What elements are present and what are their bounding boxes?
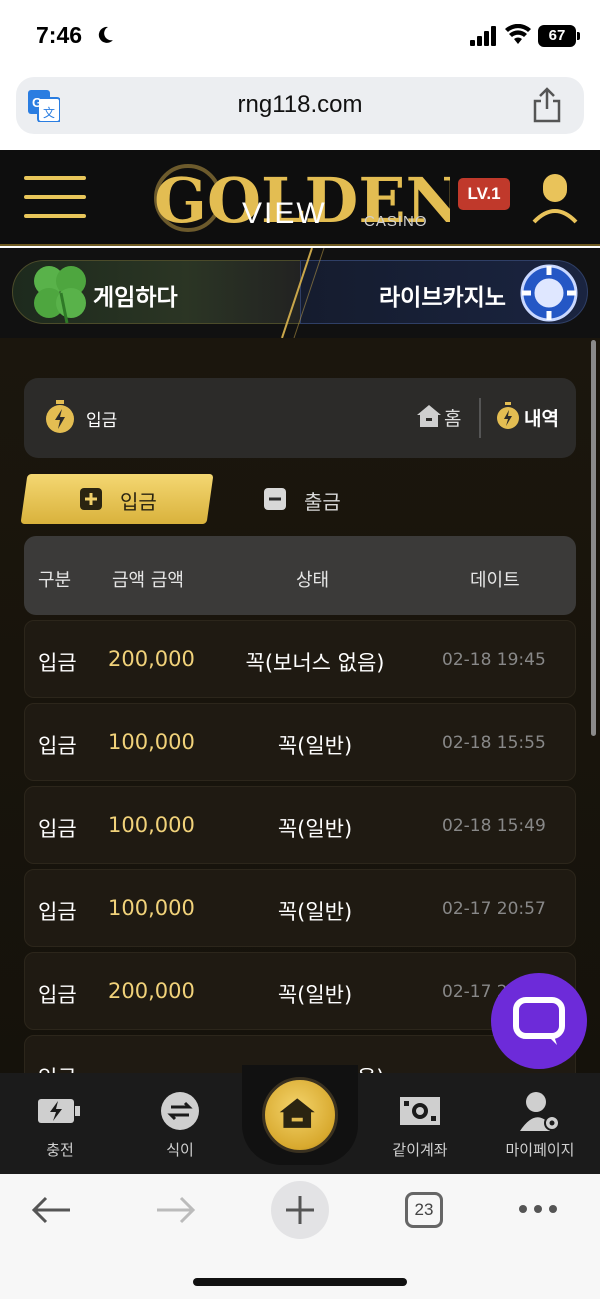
nav-exchange-label: 식이: [166, 1141, 194, 1159]
row-date: 02-18 19:45: [442, 650, 546, 670]
clover-icon: [34, 266, 86, 324]
home-button[interactable]: [262, 1077, 338, 1153]
address-bar[interactable]: G 文 rng118.com: [16, 77, 584, 134]
row-type: 입금: [38, 983, 77, 1007]
nav-account[interactable]: 같이계좌: [360, 1073, 480, 1174]
table-header: 구분 금액 금액 상태 데이트: [24, 536, 576, 615]
breadcrumb-divider: [479, 398, 481, 438]
row-status: 꼭(일반): [277, 817, 353, 841]
nav-home[interactable]: [242, 1065, 358, 1165]
row-type: 입금: [38, 651, 77, 675]
live-chat-button[interactable]: [491, 973, 587, 1069]
home-icon[interactable]: [416, 403, 442, 429]
column-header-date: 데이트: [470, 570, 520, 591]
banner-divider: [281, 248, 325, 338]
more-icon[interactable]: [518, 1204, 558, 1214]
row-date: 02-18 15:49: [442, 816, 546, 836]
url-text[interactable]: rng118.com: [16, 91, 584, 119]
forward-arrow-icon[interactable]: [155, 1194, 197, 1226]
signal-icon: [470, 26, 496, 46]
stopwatch-icon[interactable]: [496, 402, 520, 430]
column-header-type: 구분: [38, 570, 72, 591]
table-row: 입금 100,000 꼭(일반) 02-18 15:49: [24, 786, 576, 864]
status-time: 7:46: [36, 22, 83, 48]
scrollbar[interactable]: [591, 340, 596, 736]
page-title: 입금: [86, 411, 118, 431]
share-icon[interactable]: [532, 87, 562, 123]
exchange-icon: [161, 1092, 199, 1130]
row-date: 02-18 15:55: [442, 733, 546, 753]
column-header-amount: 금액 금액: [112, 570, 184, 591]
logo-text-casino: CASINO: [364, 213, 428, 230]
row-type: 입금: [38, 817, 77, 841]
row-type: 입금: [38, 734, 77, 758]
back-arrow-icon[interactable]: [30, 1194, 72, 1226]
tab-withdraw[interactable]: 출금: [240, 474, 400, 524]
stopwatch-bolt-icon: [46, 400, 74, 433]
game-banner-strip: 게임하다 라이브카지노: [0, 248, 600, 338]
level-badge: LV.1: [458, 178, 510, 210]
home-link[interactable]: 홈: [444, 404, 461, 431]
nav-charge[interactable]: 충전: [0, 1073, 120, 1174]
new-tab-button[interactable]: [271, 1181, 329, 1239]
plus-icon: [286, 1196, 314, 1224]
row-status: 꼭(일반): [277, 983, 353, 1007]
minus-doc-icon: [264, 488, 286, 510]
live-casino-banner[interactable]: 라이브카지노: [300, 260, 588, 324]
games-banner-label: 게임하다: [93, 285, 178, 311]
plus-doc-icon: [80, 488, 102, 510]
tabs-button[interactable]: 23: [405, 1192, 443, 1228]
moon-icon: [98, 26, 113, 43]
tab-deposit[interactable]: 입금: [24, 474, 210, 524]
user-settings-icon: [520, 1092, 560, 1131]
menu-icon[interactable]: [24, 176, 86, 218]
tab-withdraw-label: 출금: [304, 490, 341, 514]
browser-toolbar: 23: [0, 1174, 600, 1299]
history-link[interactable]: 내역: [524, 404, 559, 431]
chat-icon: [513, 997, 565, 1045]
cash-icon: [400, 1097, 440, 1125]
live-casino-banner-label: 라이브카지노: [379, 285, 506, 311]
nav-mypage-label: 마이페이지: [505, 1141, 575, 1159]
home-indicator: [193, 1278, 407, 1286]
tab-deposit-label: 입금: [120, 490, 157, 514]
games-banner[interactable]: 게임하다: [12, 260, 304, 324]
wifi-icon: [505, 24, 531, 44]
nav-charge-label: 충전: [46, 1141, 74, 1159]
column-header-status: 상태: [296, 570, 330, 591]
row-status: 꼭(보너스 없음): [245, 651, 385, 675]
table-row: 입금 200,000 꼭(보너스 없음) 02-18 19:45: [24, 620, 576, 698]
battery-indicator: 67: [538, 25, 580, 47]
row-status: 꼭(일반): [277, 734, 353, 758]
row-date: 02-17 20:57: [442, 899, 546, 919]
home-icon: [279, 1098, 315, 1128]
nav-exchange[interactable]: 식이: [120, 1073, 240, 1174]
bottom-nav: 충전 식이 같이계좌 마이페이지: [0, 1065, 600, 1174]
table-row: 입금 100,000 꼭(일반) 02-17 20:57: [24, 869, 576, 947]
battery-charge-icon: [38, 1099, 80, 1123]
logo[interactable]: GOLDEN VIEW CASINO: [150, 158, 450, 238]
row-status: 꼭(일반): [277, 900, 353, 924]
status-bar: 7:46 67: [0, 0, 600, 72]
nav-mypage[interactable]: 마이페이지: [480, 1073, 600, 1174]
row-type: 입금: [38, 900, 77, 924]
poker-chip-icon: [520, 264, 578, 322]
page-body: 입금 홈 내역 입금 출금 구분 금액 금액 상태 데이트 입금 200,000…: [0, 338, 600, 1074]
logo-text-view: VIEW: [242, 197, 327, 230]
breadcrumb: 입금 홈 내역: [24, 378, 576, 458]
table-row: 입금 100,000 꼭(일반) 02-18 15:55: [24, 703, 576, 781]
site-header: GOLDEN VIEW CASINO: [0, 150, 600, 246]
user-icon[interactable]: [532, 172, 578, 224]
nav-account-label: 같이계좌: [392, 1141, 448, 1159]
